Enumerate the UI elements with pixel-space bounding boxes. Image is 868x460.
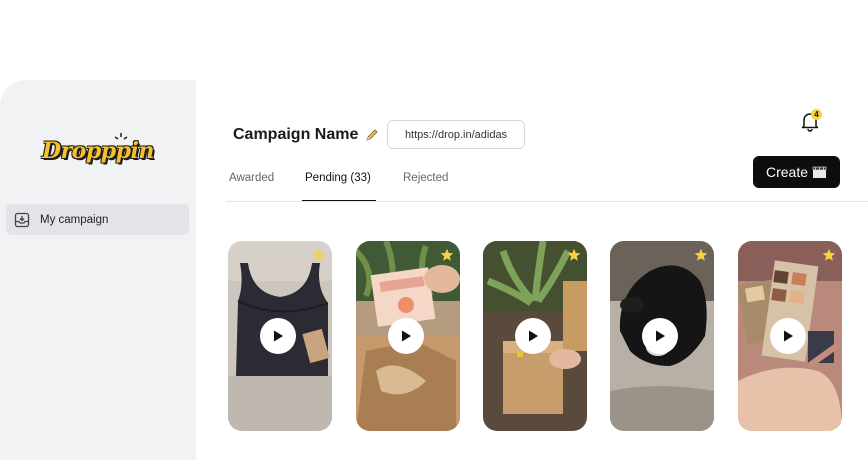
campaign-name: Campaign Name <box>233 126 359 143</box>
play-button[interactable] <box>515 318 551 354</box>
video-card[interactable] <box>483 241 587 431</box>
video-card[interactable] <box>356 241 460 431</box>
sidebar: Dropppin My campaign <box>0 80 196 460</box>
play-button[interactable] <box>770 318 806 354</box>
brand-logo[interactable]: Dropppin <box>42 138 154 164</box>
sidebar-item-my-campaign[interactable]: My campaign <box>6 204 189 235</box>
star-icon[interactable] <box>822 248 836 262</box>
star-icon[interactable] <box>312 248 326 262</box>
play-button[interactable] <box>388 318 424 354</box>
tab-bar: Awarded Pending (33) Rejected <box>226 160 868 202</box>
tab-pending[interactable]: Pending (33) <box>305 172 371 184</box>
inbox-icon <box>14 212 30 228</box>
play-button[interactable] <box>260 318 296 354</box>
tab-rejected[interactable]: Rejected <box>403 172 448 184</box>
tab-divider <box>226 201 868 202</box>
pencil-icon[interactable] <box>364 127 380 143</box>
play-icon <box>656 330 665 342</box>
play-icon <box>274 330 283 342</box>
campaign-title: Campaign Name <box>233 126 380 144</box>
video-card[interactable] <box>610 241 714 431</box>
star-icon[interactable] <box>694 248 708 262</box>
video-card[interactable] <box>738 241 842 431</box>
play-icon <box>402 330 411 342</box>
star-icon[interactable] <box>440 248 454 262</box>
spark-icon <box>114 133 128 140</box>
video-card[interactable] <box>228 241 332 431</box>
play-icon <box>784 330 793 342</box>
play-button[interactable] <box>642 318 678 354</box>
notification-badge: 4 <box>811 109 822 120</box>
tab-awarded[interactable]: Awarded <box>229 172 274 184</box>
sidebar-item-label: My campaign <box>40 213 109 226</box>
campaign-url-field[interactable]: https://drop.in/adidas <box>387 120 525 149</box>
star-icon[interactable] <box>567 248 581 262</box>
play-icon <box>529 330 538 342</box>
